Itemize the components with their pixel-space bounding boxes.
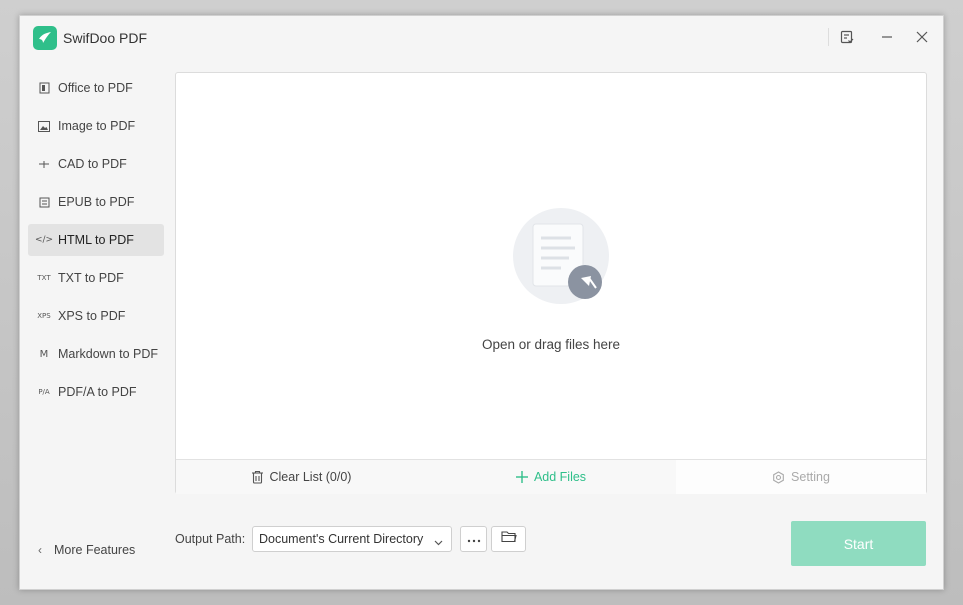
txt-icon: TXT	[37, 274, 51, 282]
titlebar-divider	[828, 28, 829, 46]
trash-icon	[251, 470, 264, 484]
title-bar: SwifDoo PDF	[20, 16, 943, 62]
sidebar-item-image-to-pdf[interactable]: Image to PDF	[28, 110, 164, 142]
browse-folder-button[interactable]	[491, 526, 526, 552]
sidebar-item-markdown-to-pdf[interactable]: M Markdown to PDF	[28, 338, 164, 370]
app-window: SwifDoo PDF Office to PDF Image to PDF C…	[19, 15, 944, 590]
start-button[interactable]: Start	[791, 521, 926, 566]
clear-list-label: Clear List (0/0)	[269, 470, 352, 484]
output-path-select[interactable]: Document's Current Directory	[252, 526, 452, 552]
chevron-down-icon	[434, 535, 443, 549]
more-features-button[interactable]: ‹ More Features	[38, 543, 135, 557]
sidebar-item-label: PDF/A to PDF	[58, 385, 137, 399]
sidebar-item-html-to-pdf[interactable]: </> HTML to PDF	[28, 224, 164, 256]
minimize-button[interactable]	[876, 26, 898, 48]
drop-instructions: Open or drag files here	[481, 337, 621, 352]
pdfa-icon: P/A	[38, 388, 50, 396]
more-features-label: More Features	[54, 543, 136, 557]
app-title: SwifDoo PDF	[63, 30, 148, 46]
more-options-button[interactable]	[460, 526, 487, 552]
html-icon: </>	[34, 235, 54, 245]
output-path-value: Document's Current Directory	[259, 532, 424, 546]
office-icon	[37, 81, 51, 95]
markdown-icon: M	[39, 348, 49, 360]
document-upload-icon	[513, 208, 609, 304]
folder-icon	[500, 530, 517, 548]
output-path-label: Output Path:	[175, 532, 246, 546]
swifdoo-logo-icon	[33, 26, 57, 50]
chevron-left-icon: ‹	[38, 543, 42, 557]
sidebar-item-epub-to-pdf[interactable]: EPUB to PDF	[28, 186, 164, 218]
close-button[interactable]	[911, 26, 933, 48]
sidebar-item-label: Image to PDF	[58, 119, 136, 133]
setting-label: Setting	[791, 470, 830, 484]
plus-icon	[515, 471, 528, 483]
task-list-icon[interactable]	[836, 26, 858, 48]
file-drop-zone[interactable]: Open or drag files here	[176, 73, 926, 459]
sidebar-item-txt-to-pdf[interactable]: TXT TXT to PDF	[28, 262, 164, 294]
gear-icon	[772, 470, 785, 484]
setting-button[interactable]: Setting	[676, 460, 926, 494]
ellipsis-icon	[467, 530, 481, 548]
sidebar-item-xps-to-pdf[interactable]: XPS XPS to PDF	[28, 300, 164, 332]
sidebar-item-label: XPS to PDF	[58, 309, 126, 323]
sidebar-item-label: EPUB to PDF	[58, 195, 135, 209]
image-icon	[37, 119, 51, 133]
sidebar: Office to PDF Image to PDF CAD to PDF EP…	[28, 72, 164, 414]
cad-icon	[37, 157, 51, 171]
sidebar-item-office-to-pdf[interactable]: Office to PDF	[28, 72, 164, 104]
sidebar-item-label: TXT to PDF	[58, 271, 124, 285]
add-files-button[interactable]: Add Files	[426, 460, 676, 494]
sidebar-item-pdfa-to-pdf[interactable]: P/A PDF/A to PDF	[28, 376, 164, 408]
epub-icon	[37, 195, 51, 209]
clear-list-button[interactable]: Clear List (0/0)	[176, 460, 426, 494]
file-list-panel: Open or drag files here Clear List (0/0)…	[175, 72, 927, 494]
file-list-toolbar: Clear List (0/0) Add Files Setting	[176, 459, 926, 494]
sidebar-item-label: HTML to PDF	[58, 233, 134, 247]
xps-icon: XPS	[37, 312, 51, 320]
sidebar-item-cad-to-pdf[interactable]: CAD to PDF	[28, 148, 164, 180]
add-files-label: Add Files	[533, 470, 587, 484]
sidebar-item-label: CAD to PDF	[58, 157, 127, 171]
sidebar-item-label: Office to PDF	[58, 81, 133, 95]
sidebar-item-label: Markdown to PDF	[58, 347, 159, 361]
